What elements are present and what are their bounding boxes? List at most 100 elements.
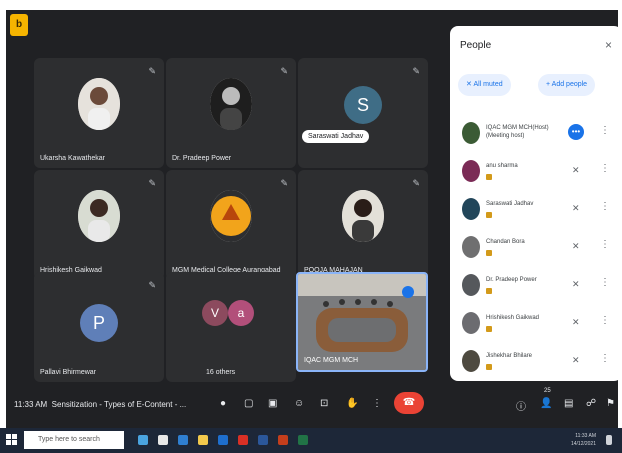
participant-tile[interactable]: ✎ MGM Medical College Aurangabad xyxy=(166,170,296,280)
mic-off-icon[interactable]: ✕ xyxy=(572,317,580,328)
room-camera-view xyxy=(298,274,426,370)
meeting-time-title: 11:33 AM Sensitization - Types of E-Cont… xyxy=(14,400,187,409)
avatar xyxy=(462,160,480,182)
emoji-icon[interactable]: ☺ xyxy=(294,398,304,409)
status-badge xyxy=(486,288,492,294)
file-explorer-icon[interactable] xyxy=(198,435,208,445)
mic-off-icon[interactable]: ✕ xyxy=(572,355,580,366)
participant-tile[interactable]: ✎ POOJA MAHAJAN xyxy=(298,170,428,280)
task-view-icon[interactable] xyxy=(138,435,148,445)
status-badge xyxy=(486,250,492,256)
captions-icon[interactable]: ▣ xyxy=(268,398,277,409)
avatar xyxy=(462,274,480,296)
participant-name: Ukarsha Kawathekar xyxy=(40,155,105,162)
participant-avatar: V xyxy=(202,300,228,326)
participant-row-name: Hrishikesh Gaikwad xyxy=(486,315,540,321)
muted-mic-icon: ✎ xyxy=(148,66,156,76)
participant-row[interactable]: Saraswati Jadhav ✕ ⋮ xyxy=(460,194,616,224)
participant-tile[interactable]: ✎ Dr. Pradeep Power xyxy=(166,58,296,168)
kebab-menu-icon[interactable]: ⋮ xyxy=(600,201,610,212)
kebab-menu-icon[interactable]: ⋮ xyxy=(600,125,610,136)
participant-tile[interactable]: ✎ Hrishikesh Gaikwad xyxy=(34,170,164,280)
muted-mic-icon: ✎ xyxy=(148,280,156,290)
participant-tile[interactable]: ✎ P Pallavi Bhirmewar xyxy=(34,272,164,382)
kebab-menu-icon[interactable]: ⋮ xyxy=(600,277,610,288)
avatar xyxy=(462,350,480,372)
mic-off-icon[interactable]: ✕ xyxy=(572,203,580,214)
muted-mic-icon: ✎ xyxy=(280,66,288,76)
status-badge xyxy=(486,326,492,332)
participant-row[interactable]: Chandan Bora ✕ ⋮ xyxy=(460,232,616,262)
participant-tile[interactable]: ✎ Ukarsha Kawathekar xyxy=(34,58,164,168)
participant-row-name: Dr. Pradeep Power xyxy=(486,277,537,283)
mic-off-icon[interactable]: ✕ xyxy=(572,279,580,290)
people-icon[interactable]: 25 👤 xyxy=(540,388,552,409)
participant-row[interactable]: anu sharma ✕ ⋮ xyxy=(460,156,616,186)
end-call-button[interactable]: ☎ xyxy=(394,392,424,414)
participant-row-name: Chandan Bora xyxy=(486,239,525,245)
chrome-icon[interactable] xyxy=(238,435,248,445)
word-icon[interactable] xyxy=(258,435,268,445)
status-badge xyxy=(486,364,492,370)
others-tile[interactable]: V a 16 others xyxy=(166,272,296,382)
more-actions-icon[interactable]: ••• xyxy=(568,124,584,140)
participant-tile[interactable]: ✎ S Saraswati Jadhav xyxy=(298,58,428,168)
host-controls-icon[interactable]: ⚑ xyxy=(606,398,615,409)
activities-icon[interactable]: ☍ xyxy=(586,398,596,409)
microphone-icon[interactable]: ● xyxy=(220,398,226,409)
avatar xyxy=(462,312,480,334)
participant-photo xyxy=(78,78,120,130)
present-screen-icon[interactable]: ⊡ xyxy=(320,398,328,409)
participant-row-name: IQAC MGM MCH(Host) (Meeting host) xyxy=(486,125,549,139)
people-panel: People × ✕ All muted + Add people IQAC M… xyxy=(450,26,618,381)
info-icon[interactable]: ⓘ xyxy=(516,398,526,413)
notification-icon[interactable] xyxy=(606,435,612,445)
muted-mic-icon: ✎ xyxy=(148,178,156,188)
kebab-menu-icon[interactable]: ⋮ xyxy=(600,163,610,174)
participant-name: Pallavi Bhirmewar xyxy=(40,369,97,376)
powerpoint-icon[interactable] xyxy=(278,435,288,445)
close-icon[interactable]: × xyxy=(605,38,612,52)
mic-off-icon[interactable]: ✕ xyxy=(572,165,580,176)
college-logo xyxy=(210,190,252,242)
participant-row[interactable]: Hrishikesh Gaikwad ✕ ⋮ xyxy=(460,308,616,338)
more-options-icon[interactable]: ⋮ xyxy=(372,398,382,409)
mic-off-icon[interactable]: ✕ xyxy=(572,241,580,252)
participant-row[interactable]: Jishekhar Bhilare ✕ ⋮ xyxy=(460,346,616,376)
edge-icon[interactable] xyxy=(178,435,188,445)
windows-taskbar: Type here to search 11:33 AM 14/12/2021 xyxy=(0,428,622,453)
store-icon[interactable] xyxy=(218,435,228,445)
widgets-icon[interactable] xyxy=(158,435,168,445)
avatar xyxy=(462,198,480,220)
mute-all-button[interactable]: ✕ All muted xyxy=(458,74,511,96)
chat-icon[interactable]: ▤ xyxy=(564,398,573,409)
participant-avatar: S xyxy=(344,86,382,124)
kebab-menu-icon[interactable]: ⋮ xyxy=(600,239,610,250)
participant-row[interactable]: Dr. Pradeep Power ✕ ⋮ xyxy=(460,270,616,300)
meet-window: b ✎ Ukarsha Kawathekar ✎ Dr. Pradeep Pow… xyxy=(6,10,618,428)
muted-mic-icon: ✎ xyxy=(280,178,288,188)
participant-avatar: a xyxy=(228,300,254,326)
self-video-tile[interactable]: IQAC MGM MCH xyxy=(296,272,428,372)
participant-row-name: anu sharma xyxy=(486,163,518,169)
participant-name: IQAC MGM MCH xyxy=(304,357,359,364)
participant-row[interactable]: IQAC MGM MCH(Host) (Meeting host) ••• ⋮ xyxy=(460,118,616,148)
taskbar-search-input[interactable]: Type here to search xyxy=(24,431,124,449)
camera-icon[interactable]: ▢ xyxy=(244,398,253,409)
windows-start-icon[interactable] xyxy=(6,434,17,445)
participant-name: Dr. Pradeep Power xyxy=(172,155,232,162)
muted-mic-icon: ✎ xyxy=(412,178,420,188)
excel-icon[interactable] xyxy=(298,435,308,445)
participant-row-name: Jishekhar Bhilare xyxy=(486,353,533,359)
raise-hand-icon[interactable]: ✋ xyxy=(346,398,358,409)
kebab-menu-icon[interactable]: ⋮ xyxy=(600,315,610,326)
add-people-button[interactable]: + Add people xyxy=(538,74,596,96)
meeting-control-bar: 11:33 AM Sensitization - Types of E-Cont… xyxy=(6,382,618,428)
meeting-logo-badge: b xyxy=(10,14,28,36)
participant-photo xyxy=(342,190,384,242)
kebab-menu-icon[interactable]: ⋮ xyxy=(600,353,610,364)
panel-title: People xyxy=(460,40,492,51)
participant-photo xyxy=(78,190,120,242)
system-tray-clock[interactable]: 11:33 AM 14/12/2021 xyxy=(571,432,596,448)
participant-avatar: P xyxy=(80,304,118,342)
